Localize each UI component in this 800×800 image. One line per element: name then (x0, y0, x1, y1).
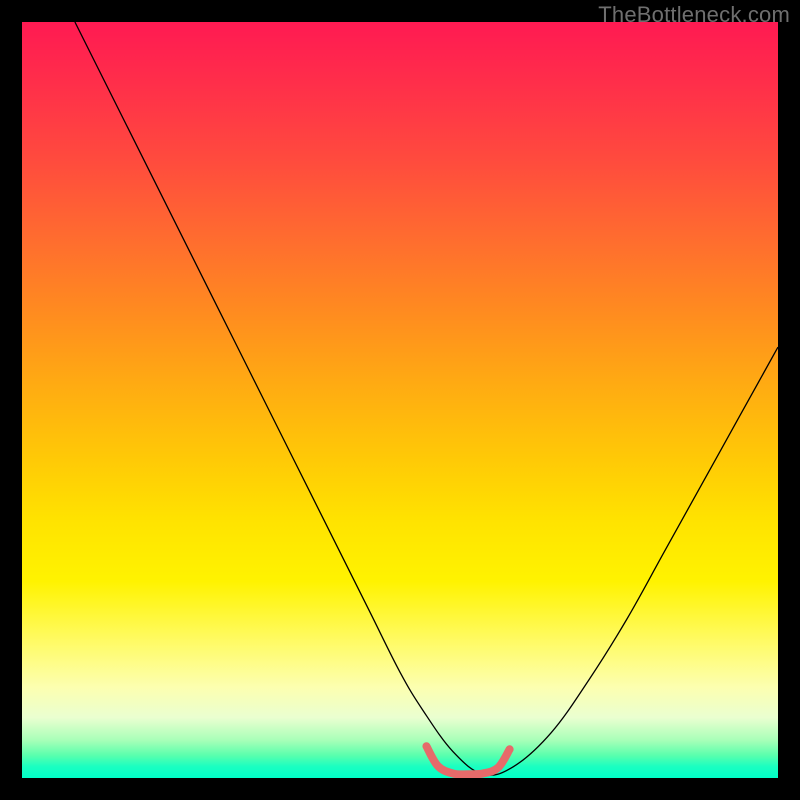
watermark-text: TheBottleneck.com (598, 2, 790, 28)
plot-area (22, 22, 778, 778)
curve-svg (22, 22, 778, 778)
optimal-zone-marker (426, 746, 509, 774)
chart-stage: TheBottleneck.com (0, 0, 800, 800)
bottleneck-curve (75, 22, 778, 775)
